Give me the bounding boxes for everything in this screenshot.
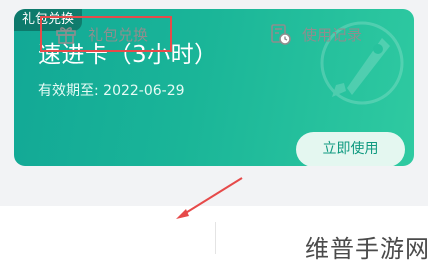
tab-gift-exchange[interactable]: 礼包兑换: [40, 16, 172, 52]
card-validity-date: 有效期至: 2022-06-29: [38, 83, 185, 99]
tab-usage-records-label: 使用记录: [302, 25, 363, 44]
tab-gift-exchange-label: 礼包兑换: [88, 25, 149, 44]
tab-usage-records[interactable]: 使用记录: [268, 16, 362, 52]
use-now-button[interactable]: 立即使用: [296, 132, 405, 166]
gift-icon: [56, 27, 76, 44]
tab-divider: [215, 222, 216, 254]
site-watermark: 维普手游网: [303, 233, 428, 265]
records-clock-icon: [271, 24, 291, 45]
